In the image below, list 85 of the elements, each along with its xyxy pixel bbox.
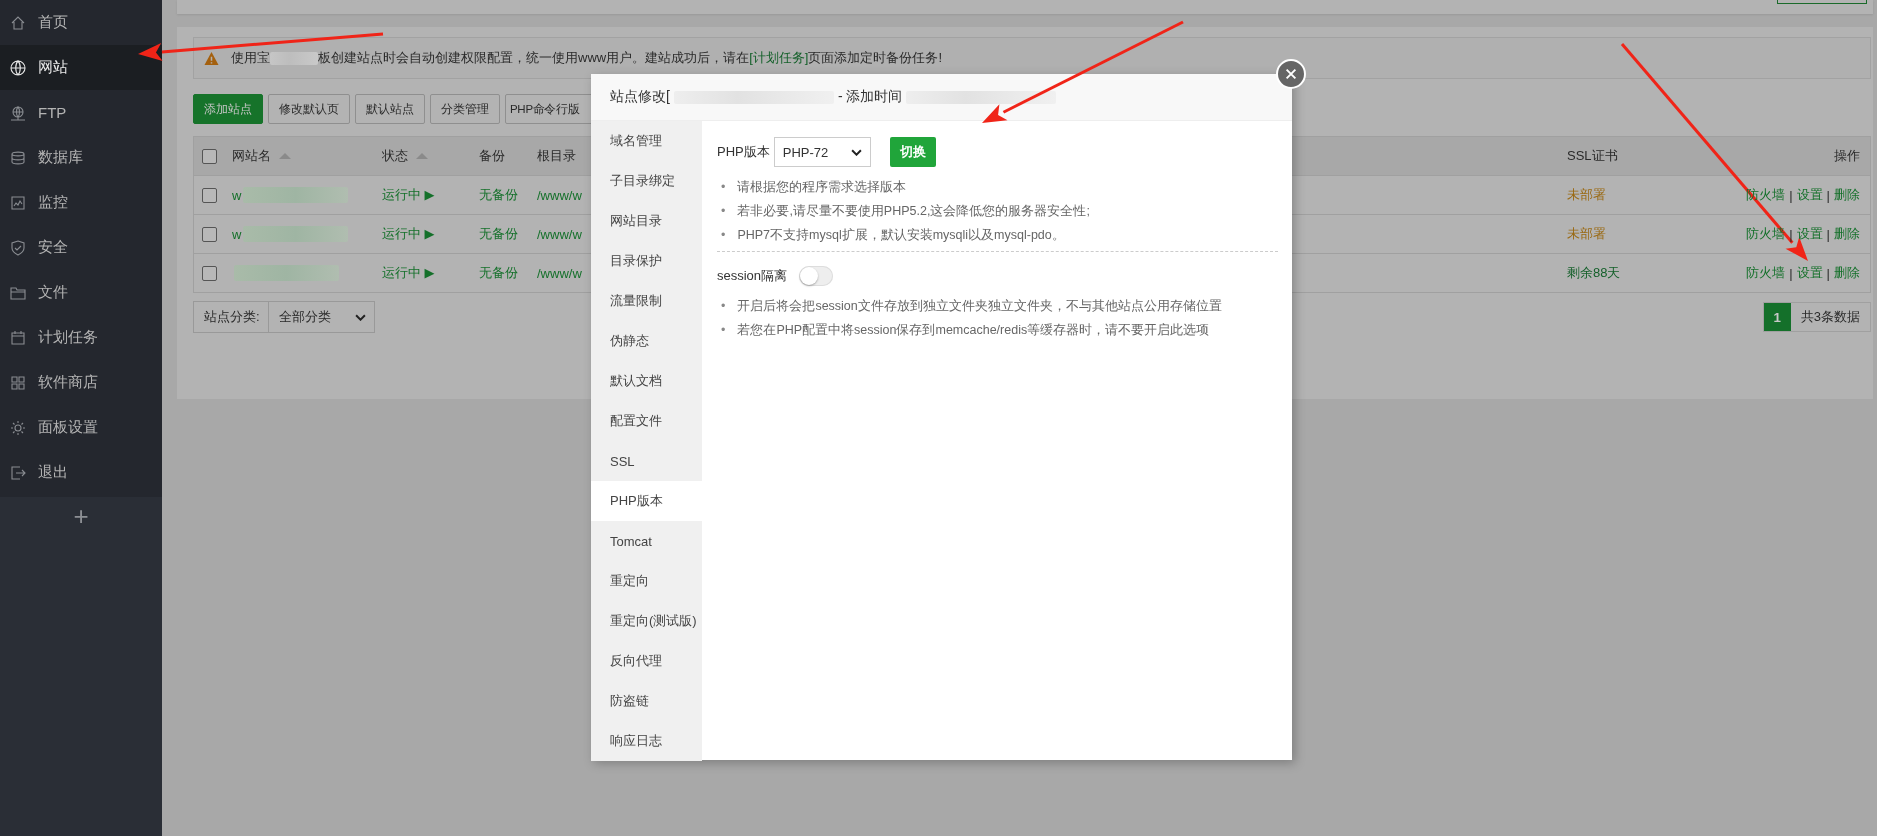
column-header: SSL证书 [1567, 147, 1618, 165]
dialog-tab[interactable]: 响应日志 [591, 721, 702, 761]
dialog-tab[interactable]: 配置文件 [591, 401, 702, 441]
sidebar-item[interactable]: FTP [0, 90, 162, 135]
warning-icon [204, 50, 219, 66]
toolbar-button[interactable]: PHP命令行版 [505, 94, 593, 124]
checkbox[interactable] [202, 187, 217, 203]
task-link[interactable]: [计划任务] [749, 50, 809, 65]
category-select[interactable]: 全部分类 [267, 302, 374, 332]
dialog-tab[interactable]: 流量限制 [591, 281, 702, 321]
column-header: 根目录 [537, 147, 576, 165]
category-label: 站点分类: [204, 308, 260, 326]
sidebar-item[interactable]: 计划任务 [0, 315, 162, 360]
dialog-tab[interactable]: 重定向(测试版) [591, 601, 702, 641]
separator: | [1826, 187, 1830, 203]
globe-icon [10, 59, 26, 76]
exit-icon [10, 464, 26, 481]
home-icon [10, 14, 26, 31]
sidebar-item[interactable]: 文件 [0, 270, 162, 315]
column-header: 操作 [1834, 147, 1860, 165]
shield-icon [10, 239, 26, 256]
notice-text: 板创建站点时会自动创建权限配置，统一使用www用户。建站成功后，请在[计划任务]页面添加定时备份任务! [318, 49, 943, 67]
checkbox[interactable] [202, 265, 217, 281]
separator: | [1789, 265, 1793, 281]
dialog-tab[interactable]: 域名管理 [591, 121, 702, 161]
sidebar-item[interactable]: 退出 [0, 450, 162, 495]
note-text: • PHP7不支持mysql扩展，默认安装mysqli以及mysql-pdo。 [720, 227, 1065, 244]
toolbar-button[interactable]: 默认站点 [355, 94, 425, 124]
toggle-switch[interactable] [799, 266, 834, 286]
dialog-tab[interactable]: 默认文档 [591, 361, 702, 401]
page-button[interactable]: 1 [1763, 303, 1791, 331]
dialog-tab[interactable]: 反向代理 [591, 641, 702, 681]
checkbox[interactable] [202, 148, 217, 164]
dialog-tab[interactable]: 网站目录 [591, 201, 702, 241]
dialog-tab[interactable]: 子目录绑定 [591, 161, 702, 201]
calendar-icon [10, 329, 26, 346]
toolbar-button[interactable]: 添加站点 [193, 94, 263, 124]
close-icon [1284, 67, 1298, 81]
sidebar-item[interactable]: 软件商店 [0, 360, 162, 405]
dialog-title: - 添加时间 [837, 88, 903, 106]
column-header: 网站名 [232, 147, 271, 165]
note-text: • 若非必要,请尽量不要使用PHP5.2,这会降低您的服务器安全性; [720, 203, 1090, 220]
php-version-label: PHP版本 [717, 143, 770, 161]
sidebar-item[interactable]: 数据库 [0, 135, 162, 180]
note-text: • 请根据您的程序需求选择版本 [720, 179, 907, 196]
sidebar-item[interactable]: 网站 [0, 45, 162, 90]
dialog-tab[interactable]: 伪静态 [591, 321, 702, 361]
total-count: 共3条数据 [1799, 308, 1861, 326]
checkbox[interactable] [202, 226, 217, 242]
toolbar-button[interactable]: 修改默认页 [268, 94, 350, 124]
note-text: • 若您在PHP配置中将session保存到memcache/redis等缓存器时，请不要开启此选项 [720, 322, 1210, 339]
notice-text: 使用宝 [231, 49, 270, 67]
sidebar-item[interactable]: 面板设置 [0, 405, 162, 450]
ssl-status[interactable]: 剩余88天 [1567, 264, 1621, 282]
chevron-icon [354, 313, 366, 321]
dialog-tab[interactable]: 目录保护 [591, 241, 702, 281]
dialog-tab[interactable]: Tomcat [591, 521, 702, 561]
sidebar-item[interactable]: 监控 [0, 180, 162, 225]
folder-icon [10, 284, 26, 301]
note-text: • 开启后将会把session文件存放到独立文件夹独立文件夹，不与其他站点公用存储位置 [720, 298, 1222, 315]
separator: | [1789, 187, 1793, 203]
session-label: session隔离 [717, 267, 788, 285]
sidebar-item[interactable]: 安全 [0, 225, 162, 270]
globe-icon [10, 104, 26, 121]
toolbar-button[interactable]: 分类管理 [430, 94, 500, 124]
separator: | [1826, 265, 1830, 281]
search-field[interactable] [1777, 0, 1867, 4]
add-button[interactable]: + [67, 501, 95, 533]
column-header: 备份 [479, 147, 505, 165]
database-icon [10, 149, 26, 166]
separator: | [1826, 226, 1830, 242]
chart-icon [10, 194, 26, 211]
blurred-text [270, 51, 318, 65]
gear-icon [10, 419, 26, 436]
dialog-tab[interactable]: PHP版本 [591, 481, 702, 521]
dialog-tab[interactable]: SSL [591, 441, 702, 481]
separator: | [1789, 226, 1793, 242]
grid-icon [10, 374, 26, 391]
dialog-tab[interactable]: 防盗链 [591, 681, 702, 721]
dialog-title: 站点修改[ [610, 88, 670, 106]
column-header: 状态 [382, 147, 408, 165]
sidebar-item[interactable]: 首页 [0, 0, 162, 45]
chevron-icon [850, 148, 862, 156]
php-version-select[interactable]: PHP-72 [773, 137, 871, 167]
dialog-tab[interactable]: 重定向 [591, 561, 702, 601]
